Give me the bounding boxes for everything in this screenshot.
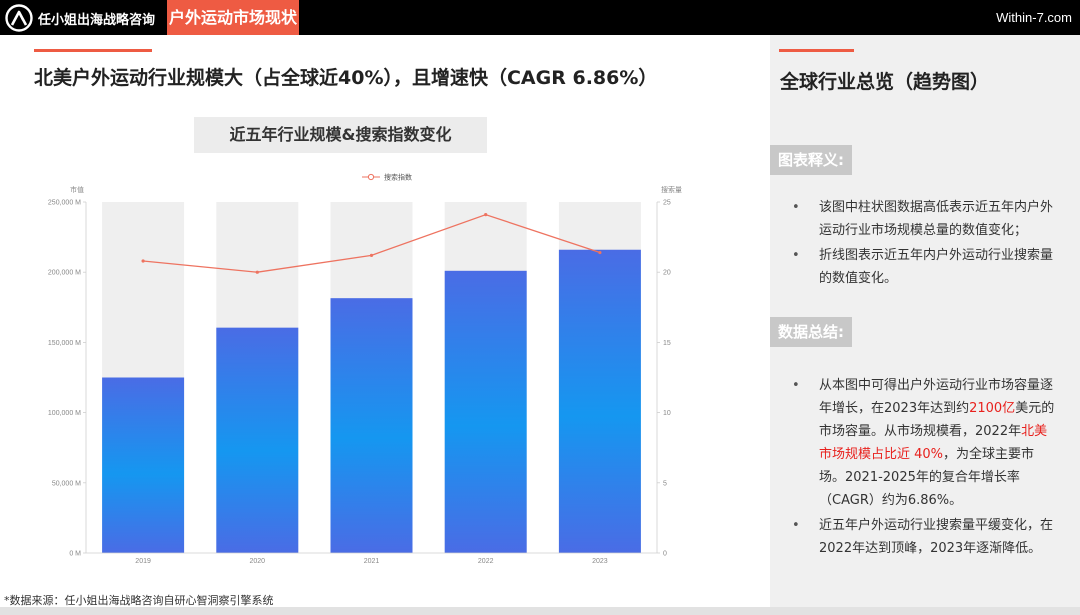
search-index-point [141,259,145,263]
legend-label: 搜索指数 [384,173,412,182]
data-summary-list: 从本图中可得出户外运动行业市场容量逐年增长，在2023年达到约2100亿美元的市… [792,374,1060,562]
list-item: 近五年户外运动行业搜索量平缓变化，在2022年达到顶峰，2023年逐渐降低。 [792,514,1060,560]
page-title: 北美户外运动行业规模大（占全球近40%），且增速快（CAGR 6.86%） [34,67,658,89]
list-item: 该图中柱状图数据高低表示近五年内户外运动行业市场规模总量的数值变化； [792,196,1060,242]
list-item: 折线图表示近五年内户外运动行业搜索量的数值变化。 [792,244,1060,290]
chart-bar [444,270,527,553]
y2-tick-label: 5 [663,480,667,487]
y2-axis-label: 搜索量 [661,185,682,194]
panel-accent-line [779,49,854,52]
y-tick-label: 250,000 M [48,200,81,207]
y2-tick-label: 0 [663,551,667,558]
logo-icon [4,3,34,33]
y2-tick-label: 10 [663,410,671,417]
search-index-point [484,213,488,217]
search-index-point [369,253,374,257]
y-tick-label: 50,000 M [52,480,81,487]
chart-explanation-list: 该图中柱状图数据高低表示近五年内户外运动行业市场规模总量的数值变化； 折线图表示… [792,196,1060,292]
site-url: Within-7.com [996,10,1072,25]
chart-heading-box: 近五年行业规模&搜索指数变化 [194,117,487,153]
chart-bar [216,327,299,553]
x-tick-label: 2023 [592,558,608,565]
chart-explanation-tag: 图表释义: [770,145,852,175]
market-size-chart: 2019 2020 2021 2022 2023 0 M 50,000 M 100,000 M… [48,173,682,566]
search-index-point [255,270,259,274]
title-accent-line [34,49,152,52]
chart-heading: 近五年行业规模&搜索指数变化 [229,125,452,144]
x-tick-label: 2019 [135,558,151,565]
panel-title: 全球行业总览（趋势图） [780,71,990,93]
chart-bar [558,249,641,553]
chart-bar [102,377,185,553]
y-tick-label: 200,000 M [48,270,81,277]
y-axis-label: 市值 [70,185,84,194]
list-item: 从本图中可得出户外运动行业市场容量逐年增长，在2023年达到约2100亿美元的市… [792,374,1060,512]
y2-tick-label: 25 [663,200,671,207]
data-summary-tag: 数据总结: [770,317,852,347]
search-index-point [598,250,602,255]
section-tag: 户外运动市场现状 [167,0,299,35]
y2-tick-label: 20 [663,270,671,277]
x-tick-label: 2022 [478,558,494,565]
y-tick-label: 150,000 M [48,340,81,347]
y2-tick-label: 15 [663,340,671,347]
brand-name: 任小姐出海战略咨询 [38,13,156,28]
summary-panel: 全球行业总览（趋势图） 图表释义: 该图中柱状图数据高低表示近五年内户外运动行业… [770,35,1080,615]
chart-bar [330,298,413,553]
data-source-note: *数据来源：任小姐出海战略咨询自研心智洞察引擎系统 [4,594,274,607]
top-bar: 任小姐出海战略咨询 户外运动市场现状 Within-7.com [0,0,1080,35]
y-tick-label: 0 M [69,551,81,558]
legend-marker [367,173,375,181]
bottom-strip [0,607,1080,615]
y-tick-label: 100,000 M [48,410,81,417]
highlight-value: 2100亿 [969,401,1016,416]
x-tick-label: 2021 [364,558,380,565]
x-tick-label: 2020 [250,558,266,565]
